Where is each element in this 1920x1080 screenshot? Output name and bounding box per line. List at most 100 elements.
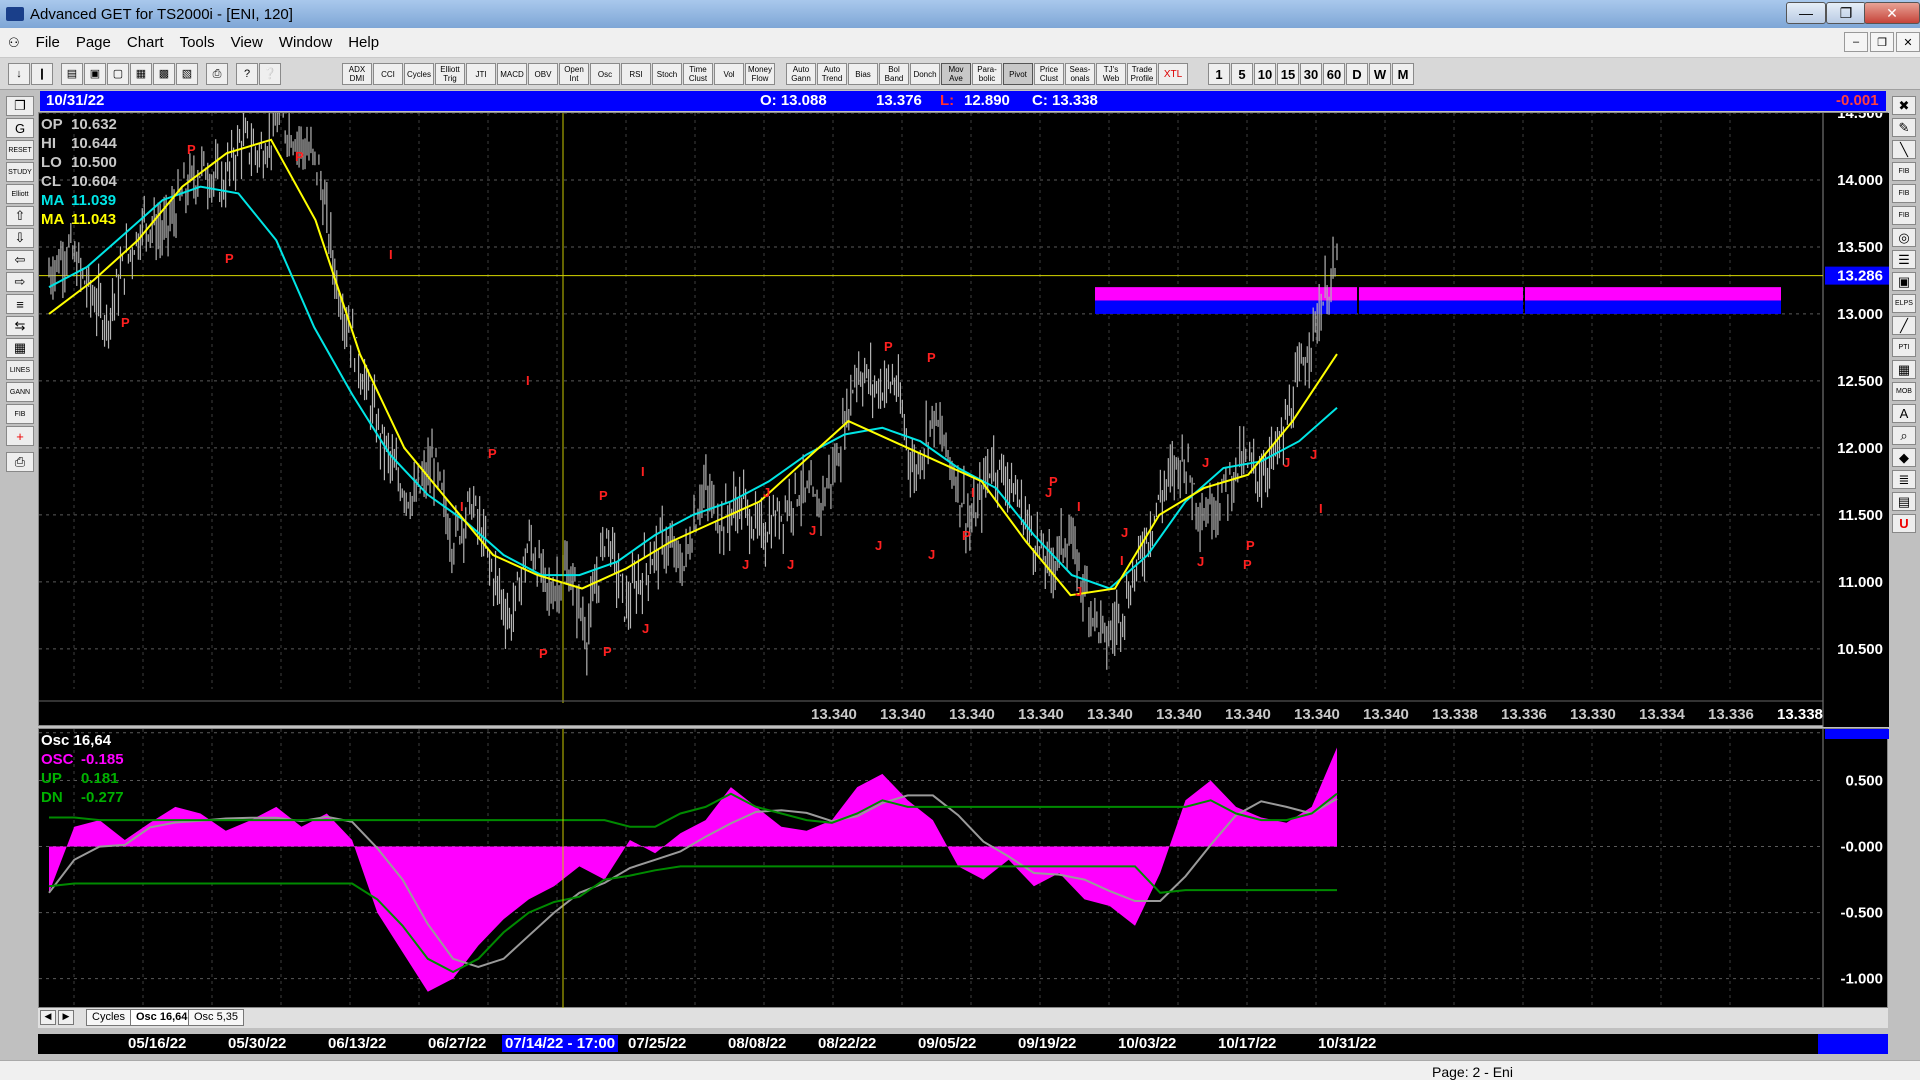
- study-open-int-button[interactable]: Open Int: [559, 63, 589, 85]
- timeframe-m-button[interactable]: M: [1392, 63, 1414, 85]
- timeframe-15-button[interactable]: 15: [1277, 63, 1299, 85]
- crosshair-icon[interactable]: +: [6, 426, 34, 446]
- grid-icon[interactable]: ▦: [1892, 360, 1916, 379]
- study-jti-button[interactable]: JTI: [466, 63, 496, 85]
- magnifier-icon[interactable]: ⌕: [1892, 426, 1916, 445]
- timeframe-30-button[interactable]: 30: [1300, 63, 1322, 85]
- pencil-icon[interactable]: ✎: [1892, 118, 1916, 137]
- study-bol-band-button[interactable]: Bol Band: [879, 63, 909, 85]
- fib-ret-icon[interactable]: FIB: [1892, 162, 1916, 181]
- tab-scroll-right-icon[interactable]: ▶: [58, 1010, 74, 1025]
- whats-this-icon[interactable]: ❔: [259, 63, 281, 85]
- menu-view[interactable]: View: [223, 34, 271, 51]
- eraser-icon[interactable]: ◆: [1892, 448, 1916, 467]
- study-bias-button[interactable]: Bias: [848, 63, 878, 85]
- study-elliott-trig-button[interactable]: Elliott Trig: [435, 63, 465, 85]
- grid-icon[interactable]: ▩: [153, 63, 175, 85]
- arrow-right-icon[interactable]: ⇨: [6, 272, 34, 292]
- study-mov-ave-button[interactable]: Mov Ave: [941, 63, 971, 85]
- box-icon[interactable]: ▣: [1892, 272, 1916, 291]
- tab-cycles[interactable]: Cycles: [86, 1009, 132, 1026]
- bars-icon[interactable]: ≡: [6, 294, 34, 314]
- menu-doc-icon[interactable]: ⚇: [0, 35, 28, 51]
- study-icon[interactable]: STUDY: [6, 162, 34, 182]
- gann-icon[interactable]: G: [6, 118, 34, 138]
- layout-icon[interactable]: ▧: [176, 63, 198, 85]
- open-folder-icon[interactable]: ❐: [6, 96, 34, 116]
- lines-icon[interactable]: LINES: [6, 360, 34, 380]
- mdi-close-icon[interactable]: ✕: [1896, 32, 1920, 52]
- study-donch-button[interactable]: Donch: [910, 63, 940, 85]
- channel-icon[interactable]: ☰: [1892, 250, 1916, 269]
- gann-fan-icon[interactable]: GANN: [6, 382, 34, 402]
- mdi-minimize-icon[interactable]: –: [1844, 32, 1868, 52]
- tab-osc-5-35[interactable]: Osc 5,35: [188, 1009, 245, 1026]
- fib-time-icon[interactable]: FIB: [1892, 206, 1916, 225]
- fib-icon[interactable]: FIB: [6, 404, 34, 424]
- study-stoch-button[interactable]: Stoch: [652, 63, 682, 85]
- menu-tools[interactable]: Tools: [172, 34, 223, 51]
- trendline-icon[interactable]: ╲: [1892, 140, 1916, 159]
- study-xtl-button[interactable]: XTL: [1158, 63, 1188, 85]
- study-seas-onals-button[interactable]: Seas-onals: [1065, 63, 1095, 85]
- mob-icon[interactable]: MOB: [1892, 382, 1916, 401]
- stack-icon[interactable]: ≣: [1892, 470, 1916, 489]
- timeframe-60-button[interactable]: 60: [1323, 63, 1345, 85]
- reset-icon[interactable]: RESET: [6, 140, 34, 160]
- save-icon[interactable]: ▣: [84, 63, 106, 85]
- study-pivot-button[interactable]: Pivot: [1003, 63, 1033, 85]
- spiral-icon[interactable]: ◎: [1892, 228, 1916, 247]
- timeframe-d-button[interactable]: D: [1346, 63, 1368, 85]
- study-trade-profile-button[interactable]: Trade Profile: [1127, 63, 1157, 85]
- menu-chart[interactable]: Chart: [119, 34, 172, 51]
- study-time-clust-button[interactable]: Time Clust: [683, 63, 713, 85]
- elliott-icon[interactable]: Elliott: [6, 184, 34, 204]
- new-chart-icon[interactable]: ❙: [31, 63, 53, 85]
- menu-page[interactable]: Page: [68, 34, 119, 51]
- table-icon[interactable]: ▦: [6, 338, 34, 358]
- study-money-flow-button[interactable]: Money Flow: [745, 63, 775, 85]
- fan-icon[interactable]: ╱: [1892, 316, 1916, 335]
- menu-file[interactable]: File: [28, 34, 68, 51]
- study-cycles-button[interactable]: Cycles: [404, 63, 434, 85]
- paste-icon[interactable]: ▦: [130, 63, 152, 85]
- price-chart-panel[interactable]: 14.500 14.000 13.500 13.000 12.500 12.000 11.5…: [38, 112, 1889, 727]
- magnet-icon[interactable]: U: [1892, 514, 1916, 533]
- study-price-clust-button[interactable]: Price Clust: [1034, 63, 1064, 85]
- help-icon[interactable]: ?: [236, 63, 258, 85]
- copy-icon[interactable]: ▢: [107, 63, 129, 85]
- layers-icon[interactable]: ▤: [1892, 492, 1916, 511]
- fib-ext-icon[interactable]: FIB: [1892, 184, 1916, 203]
- study-para-bolic-button[interactable]: Para-bolic: [972, 63, 1002, 85]
- oscillator-panel[interactable]: 0.8620.500-0.000-0.500-1.000 Osc 16,64OS…: [38, 728, 1889, 1009]
- tab-osc-16-64[interactable]: Osc 16,64: [130, 1009, 194, 1026]
- restore-button[interactable]: ❐: [1826, 2, 1866, 24]
- minimize-button[interactable]: —: [1786, 2, 1826, 24]
- study-tj-s-web-button[interactable]: TJ's Web: [1096, 63, 1126, 85]
- study-rsi-button[interactable]: RSI: [621, 63, 651, 85]
- oscillator-canvas[interactable]: 0.8620.500-0.000-0.500-1.000: [39, 729, 1889, 1009]
- arrow-down-icon[interactable]: ⇩: [6, 228, 34, 248]
- study-adx-dmi-button[interactable]: ADX DMI: [342, 63, 372, 85]
- study-auto-trend-button[interactable]: Auto Trend: [817, 63, 847, 85]
- arrow-left-icon[interactable]: ⇦: [6, 250, 34, 270]
- menu-help[interactable]: Help: [340, 34, 387, 51]
- study-cci-button[interactable]: CCI: [373, 63, 403, 85]
- timeframe-5-button[interactable]: 5: [1231, 63, 1253, 85]
- timeframe-w-button[interactable]: W: [1369, 63, 1391, 85]
- arrow-up-icon[interactable]: ⇧: [6, 206, 34, 226]
- timeframe-10-button[interactable]: 10: [1254, 63, 1276, 85]
- open-icon[interactable]: ▤: [61, 63, 83, 85]
- menu-window[interactable]: Window: [271, 34, 340, 51]
- tab-scroll-left-icon[interactable]: ◀: [40, 1010, 56, 1025]
- study-vol-button[interactable]: Vol: [714, 63, 744, 85]
- ellipse-icon[interactable]: ELPS: [1892, 294, 1916, 313]
- study-obv-button[interactable]: OBV: [528, 63, 558, 85]
- study-macd-button[interactable]: MACD: [497, 63, 527, 85]
- cursor-icon[interactable]: ✖: [1892, 96, 1916, 115]
- price-chart-canvas[interactable]: 14.500 14.000 13.500 13.000 12.500 12.000 11.5…: [39, 113, 1889, 727]
- zoom-icon[interactable]: ⇆: [6, 316, 34, 336]
- study-auto-gann-button[interactable]: Auto Gann: [786, 63, 816, 85]
- close-button[interactable]: ✕: [1864, 2, 1920, 24]
- print-icon[interactable]: ⎙: [206, 63, 228, 85]
